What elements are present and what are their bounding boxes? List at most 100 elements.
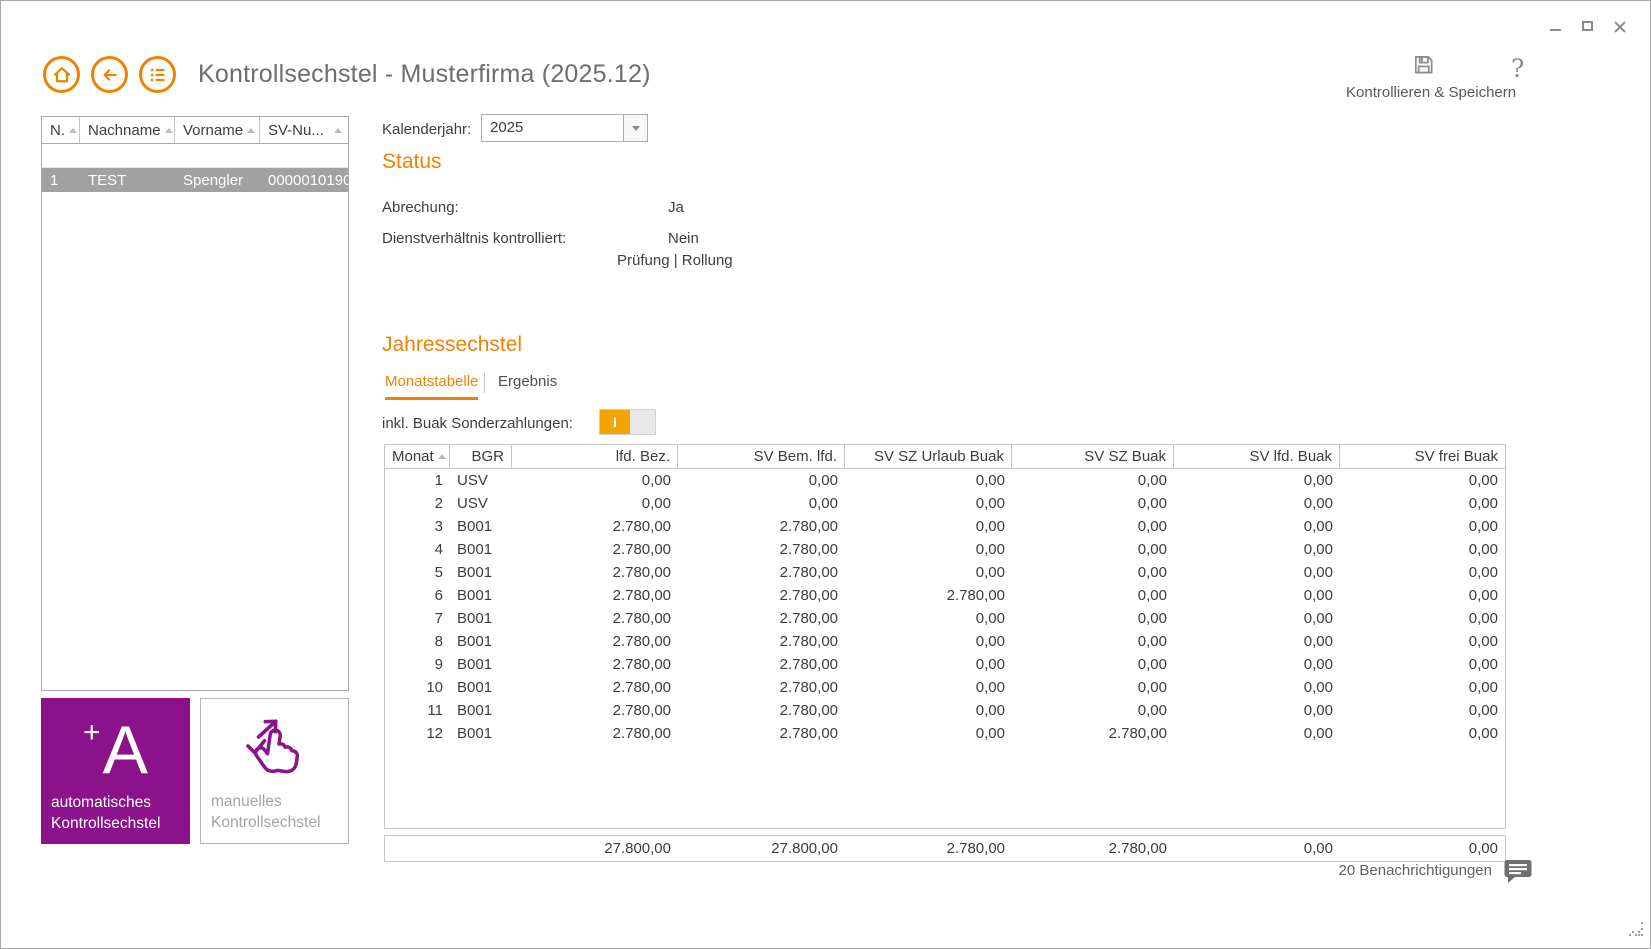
month-cell: 0,00 bbox=[1303, 472, 1333, 489]
sort-asc-icon bbox=[247, 127, 256, 133]
month-column-header[interactable]: SV frei Buak bbox=[1340, 445, 1505, 468]
month-cell: 0,00 bbox=[1468, 587, 1498, 604]
month-row[interactable]: 6 B001 2.780,00 2.780,00 2.780,00 0,00 0,00 0,0… bbox=[385, 584, 1505, 607]
month-cell: 2.780,00 bbox=[612, 725, 671, 742]
kalenderjahr-label: Kalenderjahr: bbox=[382, 121, 472, 138]
month-cell: B001 bbox=[457, 541, 493, 558]
month-cell: 2.780,00 bbox=[779, 518, 838, 535]
month-cell: 2.780,00 bbox=[779, 656, 838, 673]
month-cell: B001 bbox=[457, 725, 493, 742]
month-table-header: Monat BGR lfd. Bez. SV Bem. lfd. SV SZ Urlau… bbox=[385, 445, 1505, 469]
home-button[interactable] bbox=[43, 56, 80, 93]
tab-ergebnis[interactable]: Ergebnis bbox=[498, 373, 557, 390]
month-cell: 0,00 bbox=[1137, 610, 1167, 627]
sort-asc-icon bbox=[69, 127, 77, 133]
month-row[interactable]: 10 B001 2.780,00 2.780,00 0,00 0,00 0,00 0,00 bbox=[385, 676, 1505, 699]
month-row[interactable]: 9 B001 2.780,00 2.780,00 0,00 0,00 0,00 0,00 bbox=[385, 653, 1505, 676]
month-row[interactable]: 11 B001 2.780,00 2.780,00 0,00 0,00 0,00 0,00 bbox=[385, 699, 1505, 722]
menu-button[interactable] bbox=[139, 56, 176, 93]
minimize-icon bbox=[1549, 29, 1561, 31]
month-cell: 2.780,00 bbox=[612, 656, 671, 673]
dropdown-button[interactable] bbox=[623, 115, 647, 141]
month-cell: 0,00 bbox=[1137, 679, 1167, 696]
column-header-svnr[interactable]: SV-Nu... bbox=[260, 117, 348, 143]
month-cell: 0,00 bbox=[975, 541, 1005, 558]
month-cell: 0,00 bbox=[1137, 633, 1167, 650]
month-row[interactable]: 3 B001 2.780,00 2.780,00 0,00 0,00 0,00 0,00 bbox=[385, 515, 1505, 538]
help-button[interactable]: ? bbox=[1511, 54, 1524, 83]
month-cell: 4 bbox=[434, 541, 443, 558]
month-cell: 0,00 bbox=[1468, 633, 1498, 650]
column-header-nachname[interactable]: Nachname bbox=[80, 117, 175, 143]
month-cell: 2.780,00 bbox=[612, 587, 671, 604]
close-button[interactable] bbox=[1610, 17, 1628, 35]
kalenderjahr-select[interactable]: 2025 bbox=[481, 114, 648, 142]
month-row[interactable]: 8 B001 2.780,00 2.780,00 0,00 0,00 0,00 0,00 bbox=[385, 630, 1505, 653]
month-cell: 0,00 bbox=[1468, 702, 1498, 719]
month-cell: 9 bbox=[434, 656, 443, 673]
toggle-on-segment: I bbox=[600, 410, 630, 434]
notifications-label[interactable]: 20 Benachrichtigungen bbox=[1339, 862, 1492, 879]
dienstverhaeltnis-label: Dienstverhältnis kontrolliert: bbox=[382, 230, 567, 247]
employee-row[interactable]: 1 TEST Spengler 0000010190 bbox=[42, 168, 348, 192]
month-row[interactable]: 7 B001 2.780,00 2.780,00 0,00 0,00 0,00 0,00 bbox=[385, 607, 1505, 630]
month-row[interactable]: 12 B001 2.780,00 2.780,00 0,00 2.780,00 0,00 0,… bbox=[385, 722, 1505, 745]
month-cell: 0,00 bbox=[1468, 518, 1498, 535]
month-column-header[interactable]: BGR bbox=[450, 445, 512, 468]
month-column-header[interactable]: SV SZ Urlaub Buak bbox=[845, 445, 1012, 468]
auto-a-icon: + A bbox=[83, 712, 148, 788]
month-cell: 0,00 bbox=[1303, 656, 1333, 673]
total-cell: 27.800,00 bbox=[771, 840, 838, 857]
month-cell: 2.780,00 bbox=[779, 725, 838, 742]
auto-kontrollsechstel-button[interactable]: + A automatisches Kontrollsechstel bbox=[41, 698, 190, 844]
tab-monatstabelle[interactable]: Monatstabelle bbox=[385, 373, 479, 400]
month-cell: 0,00 bbox=[1137, 472, 1167, 489]
month-cell: 2.780,00 bbox=[612, 702, 671, 719]
column-header-vorname[interactable]: Vorname bbox=[175, 117, 260, 143]
month-column-header[interactable]: SV Bem. lfd. bbox=[678, 445, 845, 468]
month-cell: 0,00 bbox=[1303, 495, 1333, 512]
save-button[interactable]: Kontrollieren & Speichern bbox=[1346, 53, 1516, 101]
month-cell: 0,00 bbox=[975, 518, 1005, 535]
kalenderjahr-value: 2025 bbox=[490, 119, 524, 136]
month-column-header[interactable]: SV SZ Buak bbox=[1012, 445, 1174, 468]
pruefung-rollung-links[interactable]: Prüfung | Rollung bbox=[617, 252, 733, 269]
month-cell: 0,00 bbox=[1303, 541, 1333, 558]
month-cell: B001 bbox=[457, 679, 493, 696]
resize-grip[interactable] bbox=[1628, 921, 1644, 942]
month-column-header[interactable]: Monat bbox=[385, 445, 450, 468]
month-row[interactable]: 5 B001 2.780,00 2.780,00 0,00 0,00 0,00 0,00 bbox=[385, 561, 1505, 584]
back-button[interactable] bbox=[91, 56, 128, 93]
month-row[interactable]: 4 B001 2.780,00 2.780,00 0,00 0,00 0,00 0,00 bbox=[385, 538, 1505, 561]
month-cell: USV bbox=[457, 472, 488, 489]
employee-table-header: N. Nachname Vorname SV-Nu... bbox=[42, 117, 348, 144]
month-cell: 0,00 bbox=[1137, 587, 1167, 604]
month-cell: 2.780,00 bbox=[779, 587, 838, 604]
save-floppy-icon bbox=[1414, 55, 1433, 74]
month-cell: 2.780,00 bbox=[612, 679, 671, 696]
buak-toggle[interactable]: I bbox=[599, 409, 656, 435]
month-cell: 2.780,00 bbox=[779, 564, 838, 581]
month-cell: B001 bbox=[457, 518, 493, 535]
month-cell: 0,00 bbox=[1468, 564, 1498, 581]
month-row[interactable]: 1 USV 0,00 0,00 0,00 0,00 0,00 0,00 bbox=[385, 469, 1505, 492]
month-column-header[interactable]: lfd. Bez. bbox=[512, 445, 678, 468]
employee-filter-row[interactable] bbox=[42, 144, 348, 168]
column-header-n[interactable]: N. bbox=[42, 117, 80, 143]
month-row[interactable]: 2 USV 0,00 0,00 0,00 0,00 0,00 0,00 bbox=[385, 492, 1505, 515]
month-column-header[interactable]: SV lfd. Buak bbox=[1174, 445, 1340, 468]
manual-kontrollsechstel-button[interactable]: manuelles Kontrollsechstel bbox=[200, 698, 349, 844]
month-cell: 2.780,00 bbox=[612, 564, 671, 581]
maximize-button[interactable] bbox=[1578, 17, 1596, 35]
employee-rows: 1 TEST Spengler 0000010190 bbox=[42, 168, 348, 192]
month-cell: 0,00 bbox=[1303, 587, 1333, 604]
month-cell: 2 bbox=[434, 495, 443, 512]
sort-asc-icon bbox=[437, 454, 446, 459]
auto-button-label: automatisches Kontrollsechstel bbox=[51, 794, 161, 832]
minimize-button[interactable] bbox=[1546, 17, 1564, 35]
home-icon bbox=[53, 66, 70, 82]
month-cell: 0,00 bbox=[1137, 656, 1167, 673]
notifications-button[interactable] bbox=[1503, 857, 1533, 890]
month-cell: 0,00 bbox=[1137, 702, 1167, 719]
month-table-body: 1 USV 0,00 0,00 0,00 0,00 0,00 0,00 2 USV 0,00 0,00… bbox=[385, 469, 1505, 745]
